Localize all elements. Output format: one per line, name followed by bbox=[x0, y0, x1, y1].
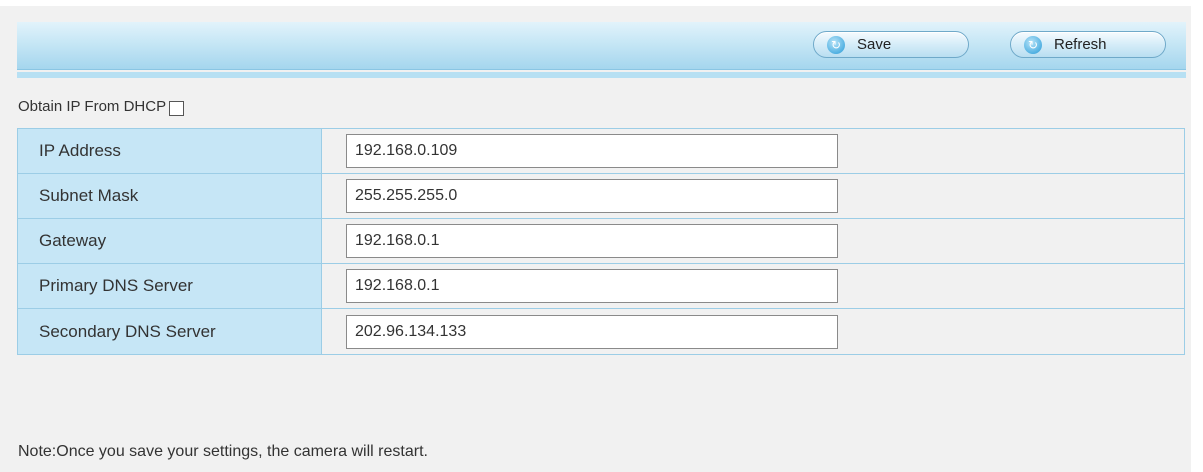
ip-address-cell bbox=[322, 129, 1184, 173]
secondary-dns-input[interactable] bbox=[346, 314, 838, 349]
toolbar-divider bbox=[17, 72, 1186, 78]
primary-dns-cell bbox=[322, 264, 1184, 308]
secondary-dns-cell bbox=[322, 309, 1184, 354]
toolbar: ↻ Save ↻ Refresh bbox=[17, 22, 1186, 70]
restart-note: Note:Once you save your settings, the ca… bbox=[18, 443, 428, 460]
right-margin bbox=[1191, 0, 1203, 472]
network-form: IP Address Subnet Mask Gateway Primary D… bbox=[17, 128, 1185, 355]
ip-address-label: IP Address bbox=[18, 129, 322, 173]
refresh-circle-icon: ↻ bbox=[827, 35, 845, 54]
form-row-subnet-mask: Subnet Mask bbox=[18, 174, 1184, 219]
refresh-button[interactable]: ↻ Refresh bbox=[1010, 31, 1166, 58]
save-button-label: Save bbox=[857, 36, 892, 53]
dhcp-option: Obtain IP From DHCP bbox=[18, 95, 185, 117]
network-settings-page: ↻ Save ↻ Refresh Obtain IP From DHCP IP … bbox=[0, 0, 1203, 472]
form-row-primary-dns: Primary DNS Server bbox=[18, 264, 1184, 309]
gateway-label: Gateway bbox=[18, 219, 322, 263]
primary-dns-label: Primary DNS Server bbox=[18, 264, 322, 308]
form-row-secondary-dns: Secondary DNS Server bbox=[18, 309, 1184, 354]
subnet-mask-cell bbox=[322, 174, 1184, 218]
primary-dns-input[interactable] bbox=[346, 269, 838, 303]
ip-address-input[interactable] bbox=[346, 134, 838, 168]
dhcp-label: Obtain IP From DHCP bbox=[18, 97, 167, 115]
save-button[interactable]: ↻ Save bbox=[813, 31, 969, 58]
form-row-ip-address: IP Address bbox=[18, 129, 1184, 174]
subnet-mask-input[interactable] bbox=[346, 179, 838, 213]
gateway-input[interactable] bbox=[346, 224, 838, 258]
refresh-circle-icon: ↻ bbox=[1024, 35, 1042, 54]
secondary-dns-label: Secondary DNS Server bbox=[18, 309, 322, 354]
form-row-gateway: Gateway bbox=[18, 219, 1184, 264]
refresh-button-label: Refresh bbox=[1054, 36, 1107, 53]
dhcp-checkbox[interactable] bbox=[169, 100, 185, 116]
gateway-cell bbox=[322, 219, 1184, 263]
subnet-mask-label: Subnet Mask bbox=[18, 174, 322, 218]
top-margin bbox=[0, 0, 1203, 6]
